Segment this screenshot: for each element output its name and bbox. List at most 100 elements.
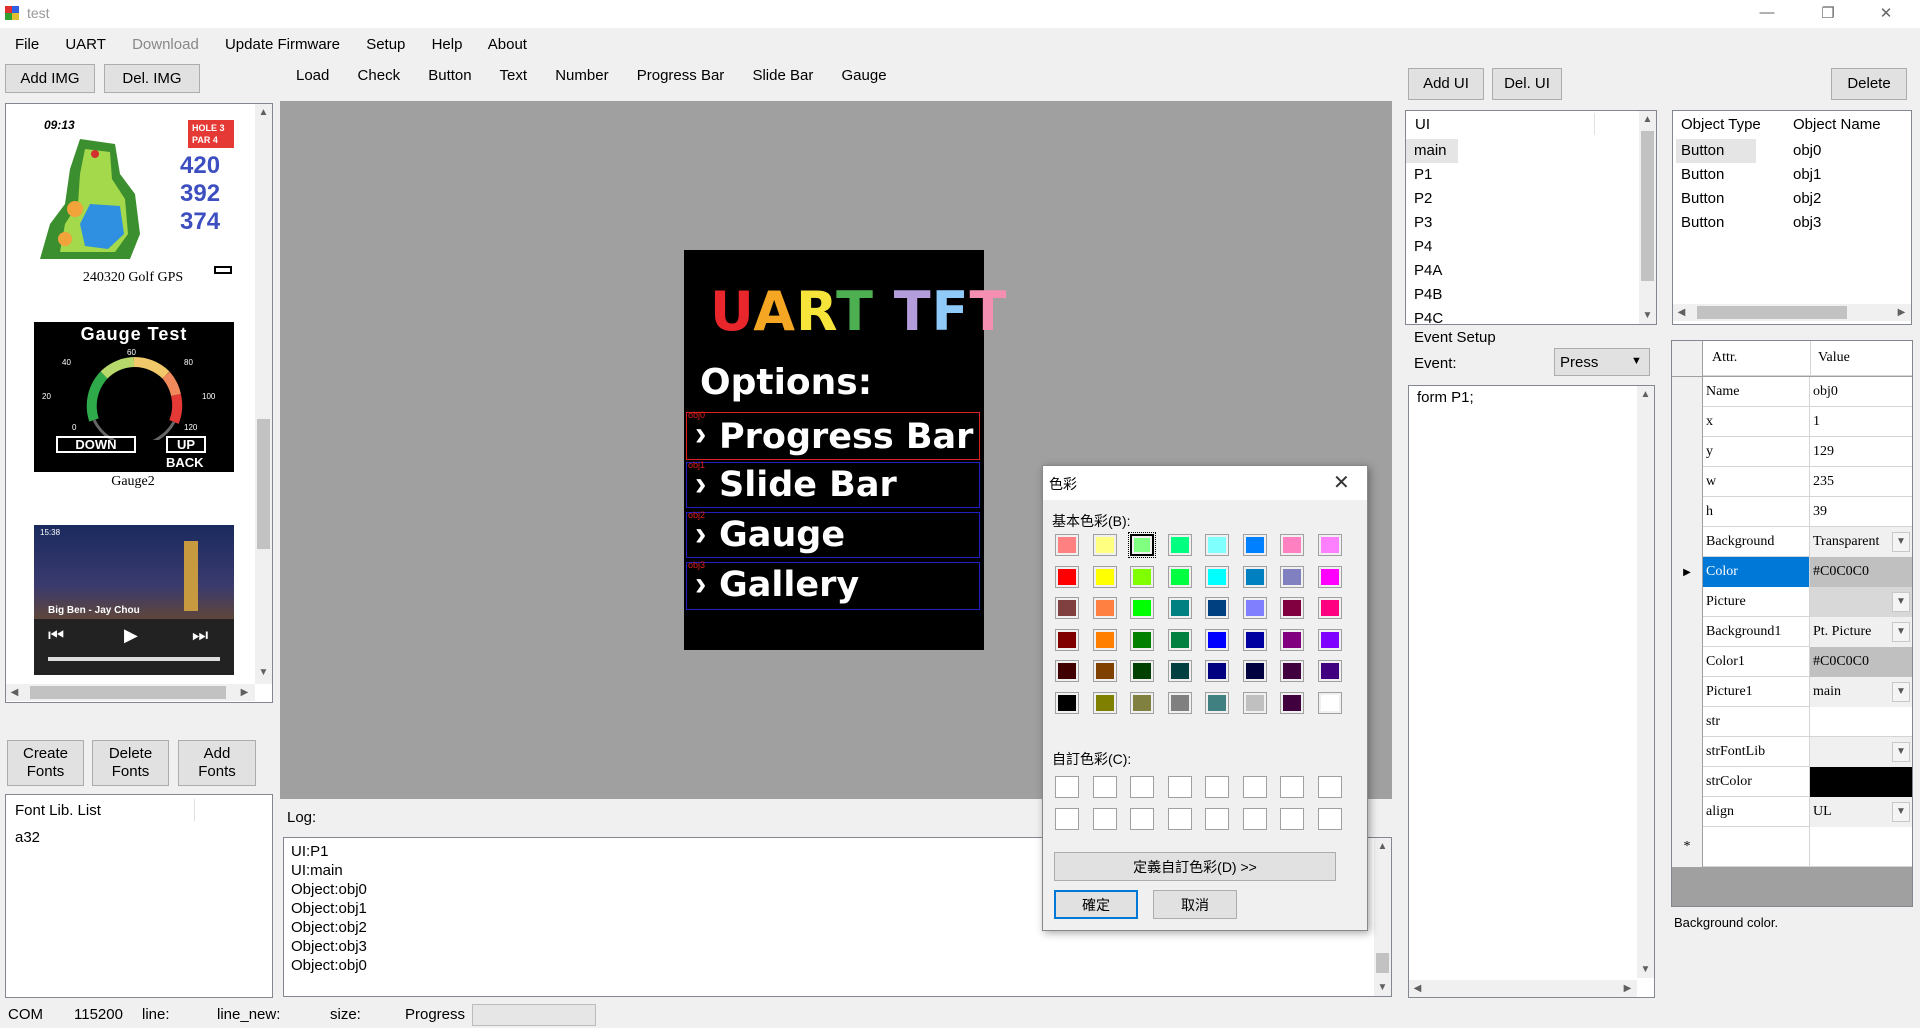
- color-swatch[interactable]: [1167, 628, 1192, 651]
- prop-value[interactable]: ▼: [1810, 587, 1912, 617]
- menu-uart[interactable]: UART: [65, 36, 106, 53]
- prop-row-new[interactable]: *: [1672, 827, 1912, 867]
- preview-button-obj2[interactable]: obj2 › Gauge: [686, 510, 980, 558]
- scroll-left-arrow-icon[interactable]: ◀: [6, 684, 23, 701]
- ui-list[interactable]: UI main P1 P2 P3 P4 P4A P4B P4C ▲ ▼: [1405, 110, 1657, 325]
- prop-value[interactable]: 235: [1810, 467, 1912, 497]
- prop-row-color[interactable]: ▶ Color #C0C0C0: [1672, 557, 1912, 587]
- color-swatch[interactable]: [1205, 691, 1229, 714]
- color-swatch[interactable]: [1055, 628, 1079, 651]
- menu-update-firmware[interactable]: Update Firmware: [225, 36, 340, 53]
- color-swatch[interactable]: [1205, 597, 1229, 619]
- color-swatch[interactable]: [1242, 628, 1267, 651]
- color-swatch[interactable]: [1280, 691, 1304, 714]
- properties-grid[interactable]: Attr. Value Name obj0 x1 y 129 w 235 h 39 Ba…: [1671, 340, 1913, 907]
- color-swatch[interactable]: [1167, 691, 1192, 714]
- ui-item-p3[interactable]: P3: [1406, 211, 1636, 235]
- color-swatch[interactable]: [1242, 691, 1267, 714]
- object-list[interactable]: Object Type Object Name Button obj0 Butt…: [1672, 110, 1912, 325]
- thumbnail-gauge2[interactable]: Gauge Test 60 40 80 20 100 0 120 DOWN UP…: [34, 322, 234, 472]
- custom-color-swatch[interactable]: [1317, 807, 1342, 830]
- font-lib-list[interactable]: Font Lib. List a32: [5, 794, 273, 998]
- prop-row-name[interactable]: Name obj0: [1672, 377, 1912, 407]
- tab-button[interactable]: Button: [428, 67, 471, 84]
- scroll-down-arrow-icon[interactable]: ▼: [1639, 307, 1656, 324]
- prop-row-picture1[interactable]: Picture1 main ▼: [1672, 677, 1912, 707]
- color-swatch[interactable]: [1167, 565, 1192, 588]
- ok-button[interactable]: 確定: [1054, 890, 1138, 919]
- minimize-button[interactable]: —: [1752, 4, 1782, 21]
- define-custom-colors-button[interactable]: 定義自訂色彩(D) >>: [1054, 852, 1336, 881]
- tab-progress-bar[interactable]: Progress Bar: [637, 67, 725, 84]
- tab-number[interactable]: Number: [555, 67, 608, 84]
- scroll-up-arrow-icon[interactable]: ▲: [1639, 111, 1656, 128]
- cancel-button[interactable]: 取消: [1153, 890, 1237, 919]
- color-swatch[interactable]: [1055, 691, 1079, 714]
- color-swatch[interactable]: [1130, 628, 1154, 651]
- custom-color-swatch[interactable]: [1280, 776, 1304, 798]
- prop-row-strfontlib[interactable]: strFontLib ▼: [1672, 737, 1912, 767]
- tab-text[interactable]: Text: [500, 67, 528, 84]
- color-swatch[interactable]: [1242, 565, 1267, 588]
- custom-color-swatch[interactable]: [1130, 776, 1154, 798]
- menu-setup[interactable]: Setup: [366, 36, 405, 53]
- screen-preview[interactable]: UART TFT Options: obj0 › Progress Bar ob…: [684, 250, 1006, 650]
- color-swatch[interactable]: [1205, 628, 1229, 651]
- color-swatch[interactable]: [1055, 597, 1079, 619]
- ui-item-p2[interactable]: P2: [1406, 187, 1636, 211]
- event-code-scrollbar[interactable]: ▲ ▼: [1637, 386, 1654, 978]
- chevron-down-icon[interactable]: ▼: [1892, 682, 1910, 702]
- custom-color-swatch[interactable]: [1280, 807, 1304, 830]
- ui-item-main[interactable]: main: [1406, 139, 1458, 163]
- color-swatch[interactable]: [1317, 691, 1342, 714]
- color-swatch[interactable]: [1092, 628, 1117, 651]
- image-gallery[interactable]: 09:13 HOLE 3 PAR 4 420 392 374 240320 Go…: [5, 103, 273, 703]
- scroll-down-arrow-icon[interactable]: ▼: [1637, 961, 1654, 978]
- prop-value[interactable]: Pt. Picture ▼: [1810, 617, 1912, 647]
- dialog-close-icon[interactable]: ✕: [1333, 470, 1350, 495]
- event-code-hscrollbar[interactable]: ◀ ▶: [1409, 980, 1637, 997]
- prop-row-align[interactable]: align UL ▼: [1672, 797, 1912, 827]
- prop-row-x[interactable]: x1: [1672, 407, 1912, 437]
- scroll-up-arrow-icon[interactable]: ▲: [1374, 838, 1391, 855]
- color-swatch[interactable]: [1242, 597, 1267, 619]
- object-list-hscrollbar[interactable]: ◀ ▶: [1673, 304, 1911, 321]
- color-swatch[interactable]: [1130, 691, 1154, 714]
- prop-row-y[interactable]: y 129: [1672, 437, 1912, 467]
- prop-value[interactable]: #C0C0C0: [1810, 557, 1912, 587]
- color-swatch[interactable]: [1055, 565, 1079, 588]
- color-swatch[interactable]: [1317, 565, 1342, 588]
- menu-about[interactable]: About: [488, 36, 527, 53]
- prop-value[interactable]: 1: [1810, 407, 1912, 437]
- scroll-up-arrow-icon[interactable]: ▲: [1637, 386, 1654, 403]
- color-swatch[interactable]: [1092, 565, 1117, 588]
- color-swatch[interactable]: [1242, 534, 1267, 556]
- scrollbar-thumb[interactable]: [30, 686, 226, 699]
- prop-value[interactable]: 39: [1810, 497, 1912, 527]
- preview-button-obj1[interactable]: obj1 › Slide Bar: [686, 460, 980, 508]
- custom-color-swatch[interactable]: [1167, 776, 1192, 798]
- add-fonts-button[interactable]: Add Fonts: [178, 740, 256, 786]
- prop-value[interactable]: 129: [1810, 437, 1912, 467]
- color-swatch[interactable]: [1130, 597, 1154, 619]
- color-swatch[interactable]: [1167, 597, 1192, 619]
- custom-color-swatch[interactable]: [1055, 807, 1079, 830]
- prop-value[interactable]: [1810, 707, 1912, 737]
- object-row[interactable]: Button obj1: [1673, 163, 1893, 187]
- gallery-horizontal-scrollbar[interactable]: ◀ ▶: [6, 684, 255, 701]
- color-swatch[interactable]: [1130, 660, 1154, 682]
- scroll-right-arrow-icon[interactable]: ▶: [236, 684, 253, 701]
- chevron-down-icon[interactable]: ▼: [1892, 742, 1910, 762]
- delete-button[interactable]: Delete: [1831, 68, 1907, 100]
- ui-item-p4a[interactable]: P4A: [1406, 259, 1636, 283]
- del-img-button[interactable]: Del. IMG: [104, 64, 200, 93]
- custom-color-swatch[interactable]: [1130, 807, 1154, 830]
- add-ui-button[interactable]: Add UI: [1408, 68, 1484, 100]
- scroll-up-arrow-icon[interactable]: ▲: [255, 104, 272, 121]
- object-row[interactable]: Button obj3: [1673, 211, 1893, 235]
- create-fonts-button[interactable]: Create Fonts: [7, 740, 84, 786]
- ui-list-scrollbar[interactable]: ▲ ▼: [1639, 111, 1656, 324]
- gallery-vertical-scrollbar[interactable]: ▲ ▼: [255, 104, 272, 684]
- color-swatch[interactable]: [1205, 660, 1229, 682]
- prop-value[interactable]: Transparent ▼: [1810, 527, 1912, 557]
